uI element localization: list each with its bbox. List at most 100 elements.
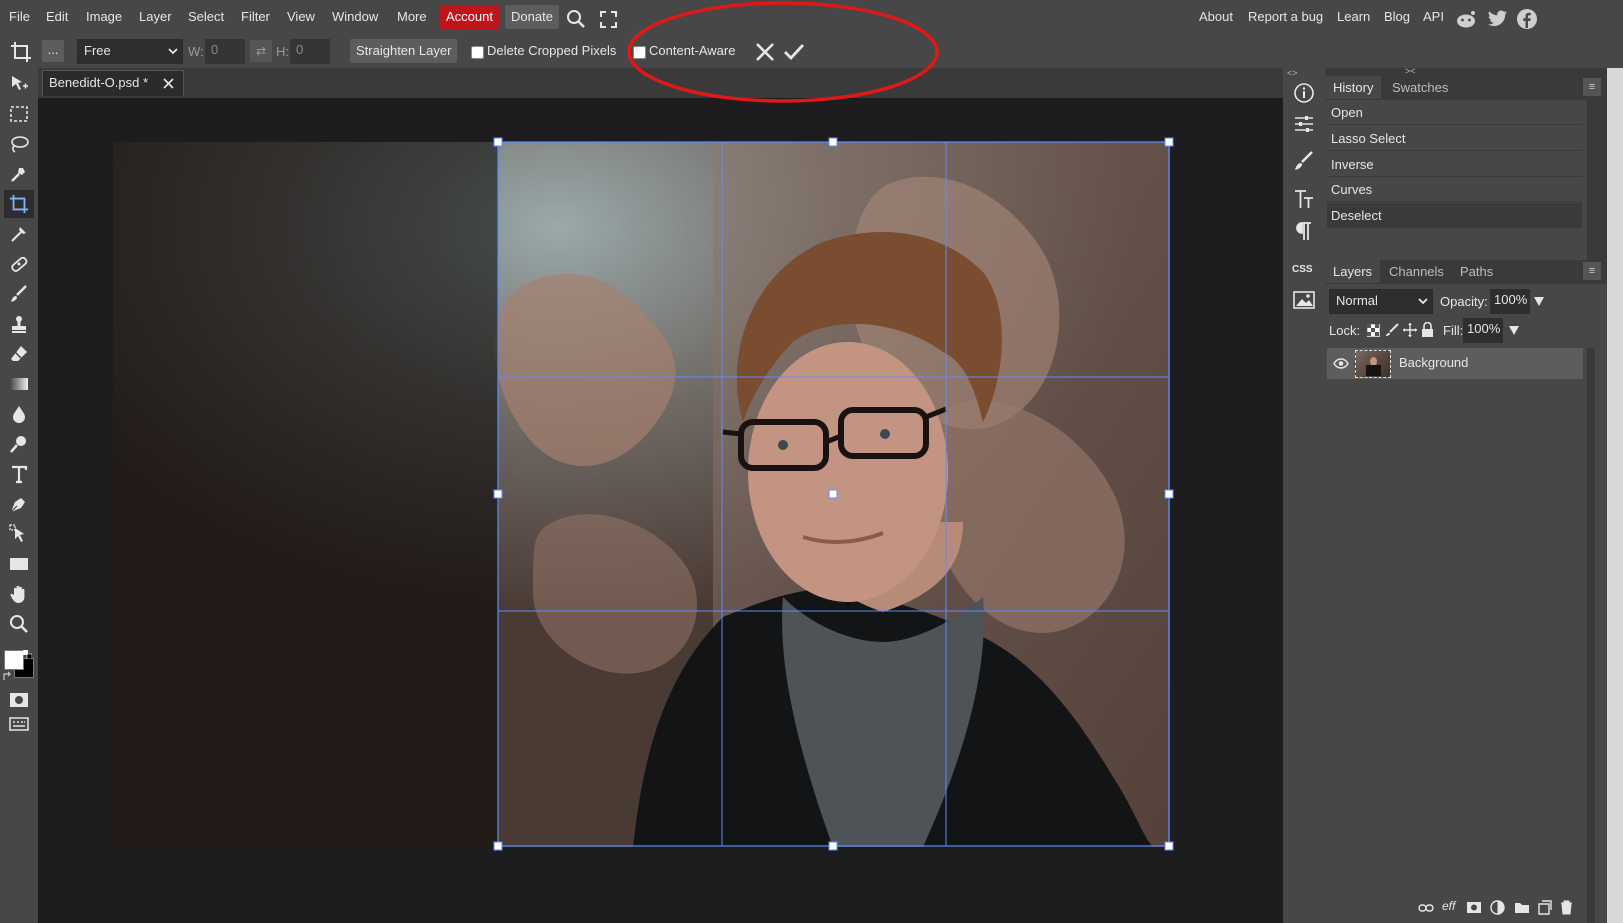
lock-pixels-icon[interactable] xyxy=(1385,323,1399,337)
swap-colors-icon[interactable] xyxy=(3,671,13,681)
document-tab[interactable]: Benedidt-O.psd * xyxy=(42,70,184,96)
tab-paths[interactable]: Paths xyxy=(1460,264,1493,279)
learn-link[interactable]: Learn xyxy=(1337,9,1370,24)
lock-position-icon[interactable] xyxy=(1403,323,1417,337)
history-scrollbar[interactable] xyxy=(1587,100,1595,260)
history-item[interactable]: Lasso Select xyxy=(1327,126,1582,151)
twitter-icon[interactable] xyxy=(1487,10,1508,28)
crop-handle-right[interactable] xyxy=(1164,489,1174,499)
foreground-color-swatch[interactable] xyxy=(4,650,24,670)
dodge-tool-icon[interactable] xyxy=(4,430,34,458)
path-select-tool-icon[interactable] xyxy=(4,520,34,548)
new-group-icon[interactable] xyxy=(1514,901,1530,914)
swap-dimensions-button[interactable]: ⇄ xyxy=(250,40,272,62)
type-tool-icon[interactable] xyxy=(4,460,34,488)
menu-image[interactable]: Image xyxy=(86,9,122,24)
add-mask-icon[interactable] xyxy=(1466,901,1482,914)
link-layers-icon[interactable] xyxy=(1418,903,1434,913)
crop-handle-bottom-right[interactable] xyxy=(1164,841,1174,851)
api-link[interactable]: API xyxy=(1423,9,1444,24)
rectangle-tool-icon[interactable] xyxy=(4,550,34,578)
clone-stamp-tool-icon[interactable] xyxy=(4,310,34,338)
history-item-current[interactable]: Deselect xyxy=(1327,203,1582,228)
brush-settings-icon[interactable] xyxy=(1293,150,1315,172)
menu-more[interactable]: More xyxy=(397,9,427,24)
history-item[interactable]: Curves xyxy=(1327,177,1582,202)
reset-colors-icon[interactable] xyxy=(23,650,32,659)
collapse-strip-icon[interactable]: <> xyxy=(1287,68,1298,78)
marquee-tool-icon[interactable] xyxy=(4,100,34,128)
zoom-tool-icon[interactable] xyxy=(4,610,34,638)
character-icon[interactable] xyxy=(1293,188,1315,210)
aspect-ratio-select[interactable]: Free xyxy=(77,39,183,64)
collapse-panels-icon[interactable]: >< xyxy=(1405,66,1416,76)
lock-transparency-icon[interactable] xyxy=(1367,324,1380,337)
crop-handle-top-right[interactable] xyxy=(1164,137,1174,147)
fullscreen-icon[interactable] xyxy=(600,11,617,28)
crop-handle-top[interactable] xyxy=(828,137,838,147)
opacity-input[interactable]: 100% xyxy=(1490,289,1530,314)
blog-link[interactable]: Blog xyxy=(1384,9,1410,24)
menu-file[interactable]: File xyxy=(9,9,30,24)
history-item[interactable]: Open xyxy=(1327,100,1582,125)
paragraph-icon[interactable] xyxy=(1293,220,1315,242)
crop-tool-button-icon[interactable] xyxy=(4,190,34,218)
delete-cropped-checkbox[interactable] xyxy=(471,46,484,59)
quick-select-tool-icon[interactable] xyxy=(4,160,34,188)
reddit-icon[interactable] xyxy=(1455,9,1477,29)
menu-filter[interactable]: Filter xyxy=(241,9,270,24)
layers-scrollbar[interactable] xyxy=(1587,348,1595,923)
layers-menu-icon[interactable]: ≡ xyxy=(1583,262,1601,280)
crop-overlay[interactable] xyxy=(490,134,1178,855)
css-icon[interactable]: CSS xyxy=(1292,264,1313,275)
menu-view[interactable]: View xyxy=(287,9,315,24)
about-link[interactable]: About xyxy=(1199,9,1233,24)
menu-select[interactable]: Select xyxy=(188,9,224,24)
move-tool-icon[interactable] xyxy=(4,70,34,98)
crop-handle-top-left[interactable] xyxy=(493,137,503,147)
width-input[interactable]: 0 xyxy=(205,39,245,64)
donate-button[interactable]: Donate xyxy=(505,5,559,29)
keyboard-icon[interactable] xyxy=(4,710,34,738)
new-layer-icon[interactable] xyxy=(1538,900,1552,915)
menu-window[interactable]: Window xyxy=(332,9,378,24)
gradient-tool-icon[interactable] xyxy=(4,370,34,398)
eraser-tool-icon[interactable] xyxy=(4,340,34,368)
lasso-tool-icon[interactable] xyxy=(4,130,34,158)
blend-mode-select[interactable]: Normal xyxy=(1329,289,1433,314)
opacity-dropdown-icon[interactable] xyxy=(1534,297,1544,306)
crop-handle-bottom-left[interactable] xyxy=(493,841,503,851)
menu-edit[interactable]: Edit xyxy=(46,9,68,24)
close-tab-icon[interactable] xyxy=(163,78,174,89)
crop-handle-bottom[interactable] xyxy=(828,841,838,851)
tab-layers[interactable]: Layers xyxy=(1325,260,1381,283)
adjustment-layer-icon[interactable] xyxy=(1490,900,1505,915)
blur-tool-icon[interactable] xyxy=(4,400,34,428)
crop-handle-left[interactable] xyxy=(493,489,503,499)
fill-input[interactable]: 100% xyxy=(1463,318,1503,343)
straighten-layer-button[interactable]: Straighten Layer xyxy=(350,39,458,63)
facebook-icon[interactable] xyxy=(1517,9,1537,29)
delete-layer-icon[interactable] xyxy=(1560,900,1573,915)
lock-all-icon[interactable] xyxy=(1421,322,1434,337)
tab-channels[interactable]: Channels xyxy=(1389,264,1444,279)
layer-effects-icon[interactable]: eff xyxy=(1442,899,1455,913)
menu-layer[interactable]: Layer xyxy=(139,9,172,24)
report-bug-link[interactable]: Report a bug xyxy=(1248,9,1323,24)
visibility-eye-icon[interactable] xyxy=(1333,358,1349,369)
layer-row[interactable]: Background xyxy=(1327,348,1583,379)
pen-tool-icon[interactable] xyxy=(4,490,34,518)
height-input[interactable]: 0 xyxy=(290,39,330,64)
tab-history[interactable]: History xyxy=(1325,76,1382,99)
brush-tool-icon[interactable] xyxy=(4,280,34,308)
history-item[interactable]: Inverse xyxy=(1327,152,1582,177)
search-icon[interactable] xyxy=(566,9,586,29)
image-panel-icon[interactable] xyxy=(1293,290,1315,310)
adjustments-icon[interactable] xyxy=(1293,114,1315,134)
tab-swatches[interactable]: Swatches xyxy=(1392,80,1448,95)
eyedropper-tool-icon[interactable] xyxy=(4,220,34,248)
info-icon[interactable] xyxy=(1293,82,1315,104)
more-options-button[interactable]: ... xyxy=(42,40,64,62)
fill-dropdown-icon[interactable] xyxy=(1509,326,1519,335)
account-button[interactable]: Account xyxy=(440,5,499,29)
